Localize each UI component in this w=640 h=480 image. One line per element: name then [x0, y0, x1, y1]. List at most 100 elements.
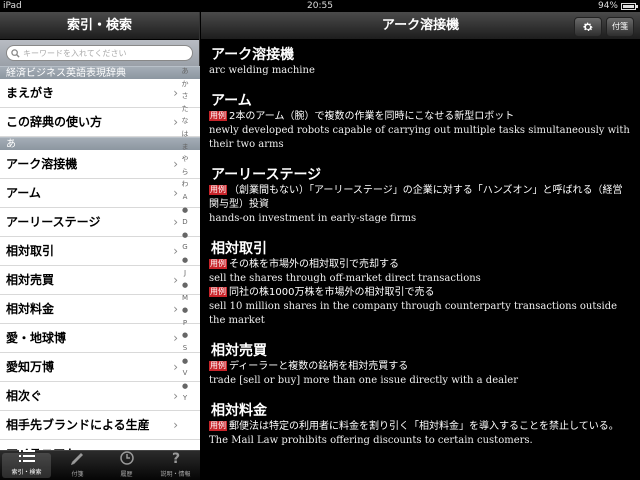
list-item-label: 相対取引: [6, 244, 55, 258]
section-header-a: あ: [0, 137, 200, 150]
list-item-label: アーム: [6, 186, 41, 200]
entry-headword[interactable]: アーム: [211, 92, 632, 110]
list-item[interactable]: 愛知万博 ›: [0, 353, 200, 382]
list-item[interactable]: アーリーステージ ›: [0, 208, 200, 237]
list-item-label: 愛知万博: [6, 360, 55, 374]
example-text: その株を市場外の相対取引で売却する: [229, 259, 399, 270]
example-badge: 用例: [209, 185, 227, 195]
chevron-right-icon: ›: [173, 273, 178, 287]
tab-bar: 索引・検索 付箋 履歴 ? 説明・情報: [0, 450, 200, 480]
gear-icon: [583, 22, 593, 31]
example-text: ディーラーと複数の銘柄を相対売買する: [229, 361, 409, 372]
search-input[interactable]: [23, 48, 183, 58]
chevron-right-icon: ›: [173, 215, 178, 229]
search-icon: [11, 48, 20, 58]
chevron-right-icon: ›: [173, 302, 178, 316]
index-letter[interactable]: D: [182, 219, 187, 232]
chevron-right-icon: ›: [173, 360, 178, 374]
search-bar: [0, 40, 199, 66]
english-translation: hands-on investment in early-stage firms: [209, 213, 417, 224]
entry-headword[interactable]: 相対取引: [211, 240, 632, 258]
tab-label: 付箋: [71, 471, 84, 478]
list-item[interactable]: 相次ぐ ›: [0, 382, 200, 411]
list-item-label: この辞典の使い方: [6, 115, 103, 129]
index-letter[interactable]: あ: [182, 68, 189, 81]
dictionary-entry: アーリーステージ 用例 （創業間もない）「アーリーステージ」の企業に対する「ハンズオ…: [209, 166, 632, 226]
tab-pen[interactable]: 付箋: [53, 451, 102, 480]
tab-label: 索引・検索: [11, 469, 42, 476]
list-icon: [18, 449, 35, 467]
entry-headword[interactable]: 相対料金: [211, 402, 632, 420]
example-text: 同社の株1000万株を市場外の相対取引で売る: [229, 287, 435, 298]
index-letter[interactable]: S: [183, 345, 187, 358]
english-translation: trade [sell or buy] more than one issue …: [209, 375, 518, 386]
chevron-right-icon: ›: [173, 115, 178, 129]
tab-label: 履歴: [120, 471, 133, 478]
example-japanese: 用例 2本のアーム（腕）で複数の作業を同時にこなせる新型ロボット: [209, 110, 632, 124]
chevron-right-icon: ›: [173, 186, 178, 200]
chevron-right-icon: ›: [173, 331, 178, 345]
svg-text:?: ?: [171, 451, 179, 465]
example-japanese: 用例 （創業間もない）「アーリーステージ」の企業に対する「ハンズオン」と呼ばれる（…: [209, 184, 632, 212]
list-item[interactable]: アーム ›: [0, 179, 200, 208]
dictionary-entry: 相対取引 用例 その株を市場外の相対取引で売却する sell the shares t…: [209, 240, 632, 328]
list-item[interactable]: まえがき ›: [0, 79, 200, 108]
detail-title: アーク溶接機: [381, 18, 460, 33]
example-badge: 用例: [209, 421, 227, 431]
example-japanese: 用例 その株を市場外の相対取引で売却する: [209, 258, 632, 272]
dictionary-entry: アーム 用例 2本のアーム（腕）で複数の作業を同時にこなせる新型ロボット newly …: [209, 92, 632, 152]
index-letter[interactable]: は: [182, 131, 189, 144]
add-tag-button[interactable]: 付箋: [606, 17, 634, 37]
dictionary-entry: 相対料金 用例 郵便法は特定の利用者に料金を割り引く「相対料金」を導入することを禁止…: [209, 402, 632, 448]
example-badge: 用例: [209, 287, 227, 297]
index-letter[interactable]: や: [182, 156, 189, 169]
list-item[interactable]: 相手先ブランドによる生産 ›: [0, 411, 200, 440]
index-pane-title: 索引・検索: [0, 12, 199, 40]
index-letter[interactable]: A: [183, 194, 188, 207]
index-letter[interactable]: さ: [182, 93, 189, 106]
list-item[interactable]: アーク溶接機 ›: [0, 150, 200, 179]
list-item[interactable]: 相対売買 ›: [0, 266, 200, 295]
index-letter[interactable]: ●: [182, 307, 188, 320]
clock-label: 20:55: [307, 1, 333, 11]
chevron-right-icon: ›: [173, 418, 178, 432]
entry-detail-pane: アーク溶接機 付箋 アーク溶接機 arc welding machine アーム 用例…: [201, 12, 640, 480]
list-item[interactable]: 相対取引 ›: [0, 237, 200, 266]
entry-headword[interactable]: アーク溶接機: [211, 46, 632, 64]
entry-headword[interactable]: アーリーステージ: [211, 166, 632, 184]
example-text: 郵便法は特定の利用者に料金を割り引く「相対料金」を導入することを禁止している。: [229, 421, 619, 432]
dictionary-entry: 相対売買 用例 ディーラーと複数の銘柄を相対売買する trade [sell or b…: [209, 342, 632, 388]
list-item-label: アーリーステージ: [6, 215, 101, 229]
tab-question[interactable]: ? 説明・情報: [151, 451, 200, 480]
english-translation: newly developed robots capable of carryi…: [209, 125, 630, 150]
entry-headword[interactable]: 相対売買: [211, 342, 632, 360]
status-bar: iPad 20:55 94%: [0, 0, 640, 12]
battery-percent: 94%: [597, 1, 618, 11]
tab-list[interactable]: 索引・検索: [2, 450, 51, 478]
battery-indicator: 94%: [597, 0, 638, 12]
list-item[interactable]: この辞典の使い方 ›: [0, 108, 200, 137]
index-letter[interactable]: V: [183, 370, 188, 383]
index-letter[interactable]: Y: [183, 395, 187, 408]
entry-list[interactable]: 経済ビジネス英語表現辞典 まえがき › この辞典の使い方 › あ アーク溶接機 › アーム…: [0, 66, 200, 462]
list-item-label: アーク溶接機: [6, 157, 78, 171]
settings-button[interactable]: [574, 17, 602, 37]
list-item-label: まえがき: [6, 86, 55, 100]
index-pane: 索引・検索 経済ビジネス英語表現辞典 まえがき › この辞典の使い方 › あ アーク溶…: [0, 12, 200, 480]
example-badge: 用例: [209, 259, 227, 269]
example-badge: 用例: [209, 361, 227, 371]
section-header-dictionary: 経済ビジネス英語表現辞典: [0, 66, 200, 79]
tab-clock[interactable]: 履歴: [102, 451, 151, 480]
battery-icon: [621, 2, 638, 10]
example-japanese: 用例 同社の株1000万株を市場外の相対取引で売る: [209, 286, 632, 300]
example-japanese: 用例 郵便法は特定の利用者に料金を割り引く「相対料金」を導入することを禁止している…: [209, 420, 632, 434]
index-letter[interactable]: ●: [182, 282, 188, 295]
index-letter[interactable]: ●: [182, 257, 188, 270]
english-translation: sell the shares through off-market direc…: [209, 273, 481, 284]
search-field[interactable]: [6, 45, 193, 61]
section-index-strip[interactable]: あかさたなはまやらわ A ● D ● G ● J ● M ● P ● S ● V ● Y: [179, 68, 191, 458]
example-text: （創業間もない）「アーリーステージ」の企業に対する「ハンズオン」と呼ばれる（経営…: [209, 185, 623, 210]
list-item[interactable]: 愛・地球博 ›: [0, 324, 200, 353]
clock-icon: [119, 451, 134, 469]
list-item[interactable]: 相対料金 ›: [0, 295, 200, 324]
